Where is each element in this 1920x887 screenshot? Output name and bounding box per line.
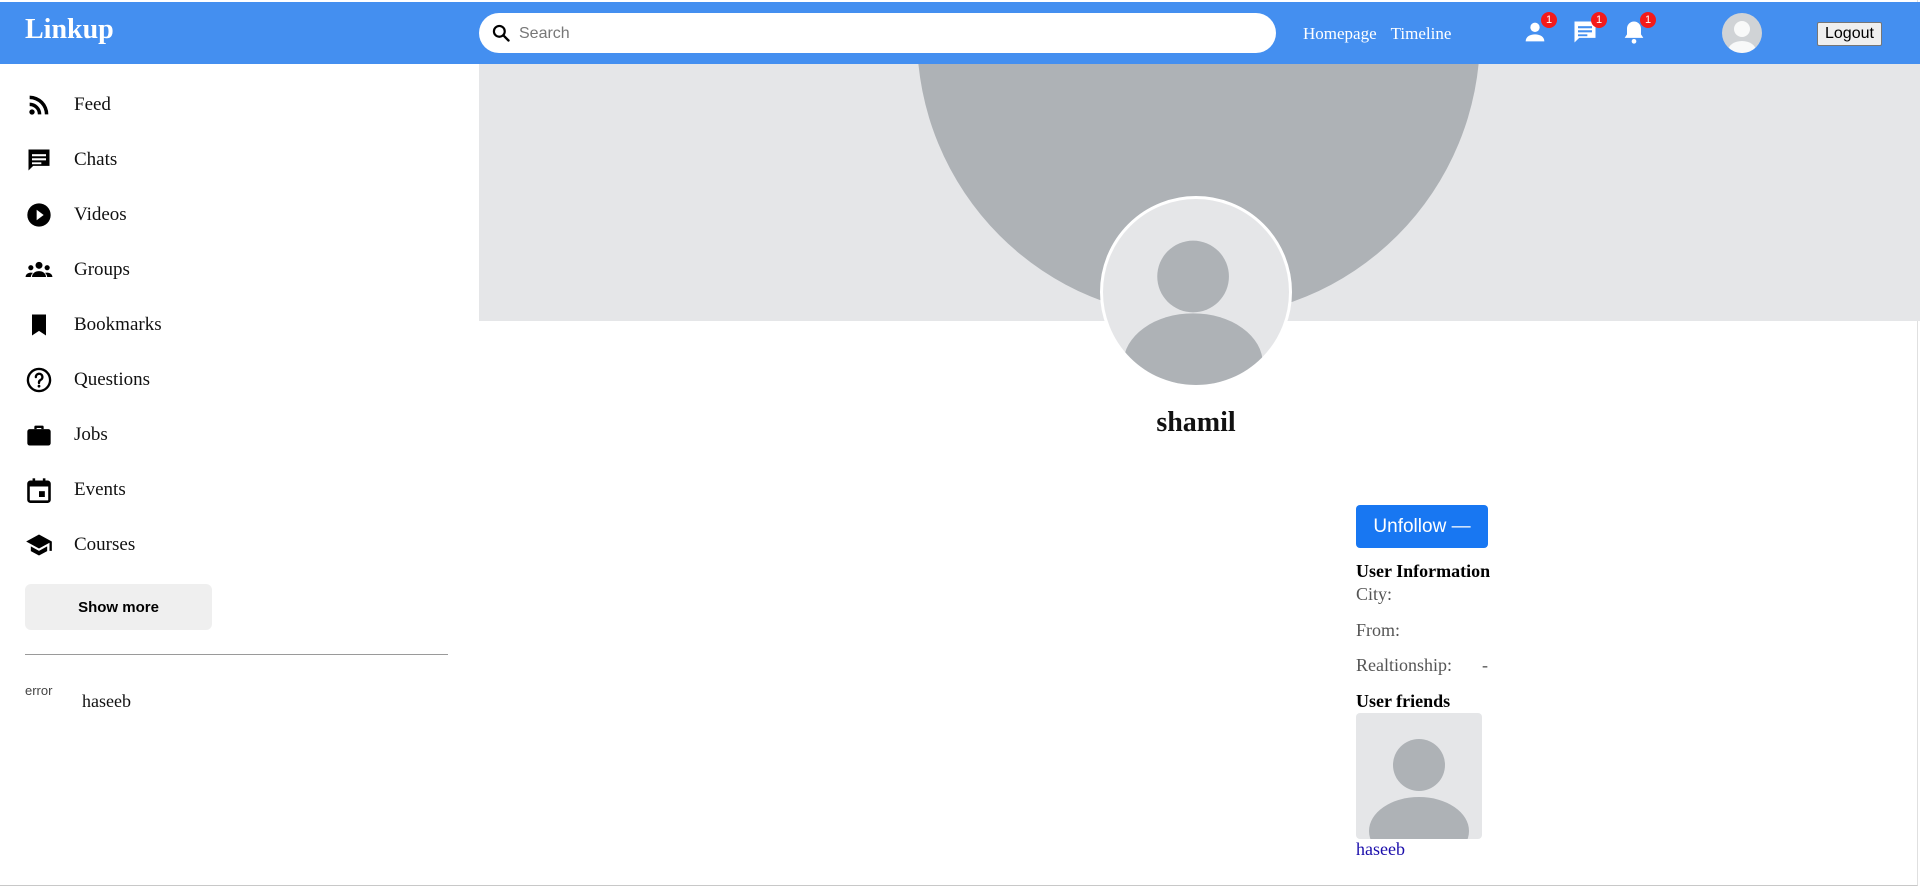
sidebar-item-chats[interactable]: Chats — [25, 145, 117, 175]
sidebar-item-questions[interactable]: Questions — [25, 365, 150, 395]
search-icon — [492, 24, 510, 42]
friend-requests-badge: 1 — [1541, 12, 1557, 28]
sidebar-item-label: Feed — [74, 94, 111, 115]
chat-icon — [28, 149, 50, 171]
user-friends-title: User friends — [1356, 691, 1451, 711]
user-info-title: User Information — [1356, 561, 1491, 581]
rss-icon — [29, 95, 49, 115]
unfollow-button[interactable]: Unfollow — — [1356, 505, 1488, 548]
homepage-link[interactable]: Homepage — [1303, 24, 1377, 43]
sidebar-item-videos[interactable]: Videos — [25, 200, 127, 230]
logout-button[interactable]: Logout — [1817, 22, 1882, 46]
from-label: From: — [1356, 620, 1401, 640]
relationship-value: - — [1482, 655, 1488, 675]
help-circle-icon — [26, 367, 52, 393]
timeline-link[interactable]: Timeline — [1391, 24, 1452, 43]
group-icon — [25, 261, 53, 277]
friend-card-name-link[interactable]: haseeb — [1356, 839, 1405, 860]
sidebar-divider — [25, 654, 448, 655]
show-more-button[interactable]: Show more — [25, 584, 212, 630]
profile-name: shamil — [1156, 407, 1236, 438]
bookmark-icon — [32, 314, 46, 336]
messages-badge: 1 — [1591, 12, 1607, 28]
top-links: Homepage Timeline — [1303, 24, 1461, 44]
sidebar-item-label: Videos — [74, 204, 127, 225]
app-logo[interactable]: Linkup — [25, 14, 114, 46]
friend-card[interactable] — [1356, 713, 1482, 839]
friend-requests-button[interactable]: 1 — [1521, 12, 1557, 46]
sidebar-item-label: Groups — [74, 259, 130, 280]
calendar-icon — [27, 478, 51, 503]
search-bar[interactable] — [479, 13, 1276, 53]
notifications-badge: 1 — [1640, 12, 1656, 28]
sidebar-item-events[interactable]: Events — [25, 475, 126, 505]
sidebar-item-label: Jobs — [74, 424, 108, 445]
school-icon — [26, 534, 52, 556]
avatar-placeholder-icon — [1369, 739, 1469, 839]
sidebar-item-jobs[interactable]: Jobs — [25, 420, 108, 450]
profile-picture — [1100, 196, 1292, 388]
relationship-label: Realtionship: — [1356, 655, 1452, 675]
left-sidebar: Feed Chats Videos Groups Bookmarks Quest… — [0, 64, 478, 886]
top-navbar: Linkup Homepage Timeline 1 1 1 — [0, 2, 1920, 64]
sidebar-item-courses[interactable]: Courses — [25, 530, 135, 560]
search-input[interactable] — [517, 19, 1261, 49]
sidebar-item-feed[interactable]: Feed — [25, 90, 111, 120]
sidebar-item-label: Events — [74, 479, 126, 500]
sidebar-friend-name: haseeb — [82, 691, 131, 711]
sidebar-item-label: Bookmarks — [74, 314, 162, 335]
briefcase-icon — [27, 425, 51, 446]
sidebar-item-label: Courses — [74, 534, 136, 555]
sidebar-item-label: Chats — [74, 149, 118, 170]
friend-avatar-broken-image: error — [25, 684, 53, 698]
avatar-placeholder-icon — [1123, 240, 1263, 385]
city-label: City: — [1356, 584, 1393, 604]
sidebar-item-label: Questions — [74, 369, 150, 390]
messages-button[interactable]: 1 — [1571, 12, 1607, 46]
avatar-placeholder-icon — [1728, 21, 1756, 53]
sidebar-item-groups[interactable]: Groups — [25, 255, 130, 285]
user-avatar[interactable] — [1722, 13, 1762, 53]
sidebar-item-bookmarks[interactable]: Bookmarks — [25, 310, 162, 340]
play-circle-icon — [27, 203, 51, 227]
notifications-button[interactable]: 1 — [1620, 12, 1656, 46]
